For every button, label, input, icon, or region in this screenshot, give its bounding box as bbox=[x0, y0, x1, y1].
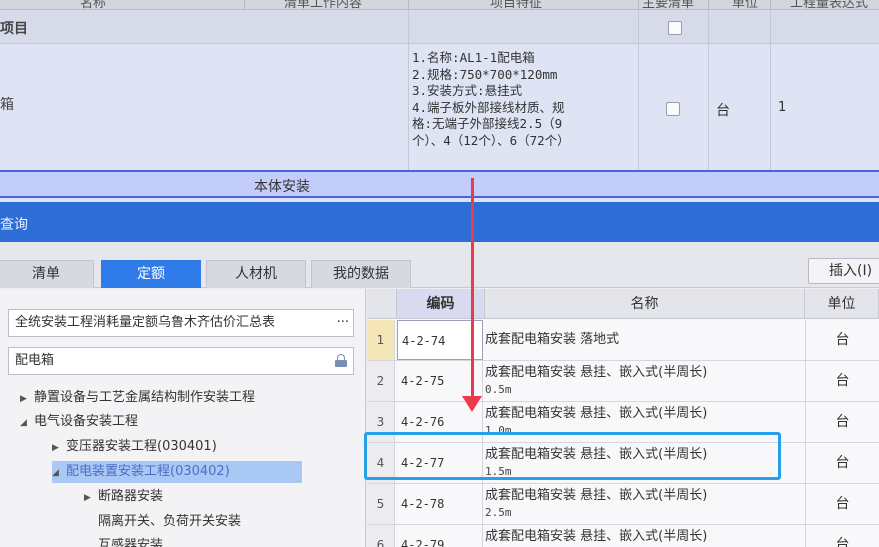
row-name-text: 成套配电箱安装 悬挂、嵌入式(半周长) bbox=[485, 406, 708, 421]
col-divider bbox=[708, 0, 709, 10]
main-list-checkbox[interactable] bbox=[666, 102, 680, 116]
feature-line: 2.规格:750*700*120mm bbox=[412, 66, 558, 82]
row-name: 成套配电箱安装 落地式 bbox=[485, 331, 805, 348]
row-unit: 台 bbox=[805, 320, 879, 360]
tree-item-label: 隔离开关、负荷开关安装 bbox=[98, 514, 242, 529]
group-row-label: 项目 bbox=[0, 21, 28, 37]
collapse-caret-icon[interactable]: ◢ bbox=[20, 412, 34, 434]
quota-library-value: 全统安装工程消耗量定额乌鲁木齐估价汇总表 bbox=[15, 315, 276, 330]
row-name-sub: 2.5m bbox=[485, 506, 512, 519]
row-name-text: 成套配电箱安装 悬挂、嵌入式(半周长) bbox=[485, 488, 708, 503]
table-header-index bbox=[367, 289, 397, 319]
feature-line: 1.名称:AL1-1配电箱 bbox=[412, 50, 535, 65]
top-grid: 名称 清单工作内容 项目特征 主要清单 单位 工程量表达式 项目 箱 1.名称:… bbox=[0, 0, 879, 202]
row-name-text: 成套配电箱安装 悬挂、嵌入式(半周长) bbox=[485, 365, 708, 380]
tree-item[interactable]: ◢ 电气设备安装工程 bbox=[20, 411, 138, 433]
search-input[interactable]: 配电箱 bbox=[8, 347, 354, 375]
row-name-text: 成套配电箱安装 落地式 bbox=[485, 332, 620, 347]
tab-my-data[interactable]: 我的数据 bbox=[311, 260, 411, 288]
row-unit: 台 bbox=[805, 361, 879, 401]
tab-quota[interactable]: 定额 bbox=[101, 260, 201, 288]
tree-item[interactable]: ▶ 变压器安装工程(030401) bbox=[52, 436, 217, 458]
table-row[interactable]: 2 4-2-75 成套配电箱安装 悬挂、嵌入式(半周长) 0.5m 台 bbox=[367, 361, 879, 402]
row-name-sub: 0.5m bbox=[485, 383, 512, 396]
table-row[interactable]: 5 4-2-78 成套配电箱安装 悬挂、嵌入式(半周长) 2.5m 台 bbox=[367, 484, 879, 525]
table-row[interactable]: 1 4-2-74 成套配电箱安装 落地式 台 bbox=[367, 320, 879, 361]
search-value: 配电箱 bbox=[15, 353, 55, 368]
col-divider bbox=[638, 0, 639, 10]
highlight-box bbox=[364, 432, 781, 480]
left-tree-panel: 全统安装工程消耗量定额乌鲁木齐估价汇总表 ··· 配电箱 ▶ 静置设备与工艺金属结… bbox=[0, 289, 366, 547]
col-divider bbox=[708, 10, 709, 170]
feature-line: 4.端子板外部接线材质、规 bbox=[412, 99, 565, 115]
more-icon[interactable]: ··· bbox=[332, 310, 349, 336]
selected-row-label: 本体安装 bbox=[254, 179, 310, 195]
table-row[interactable]: 6 4-2-79 成套配电箱安装 悬挂、嵌入式(半周长) 台 bbox=[367, 525, 879, 547]
tree-item[interactable]: ▶ 静置设备与工艺金属结构制作安装工程 bbox=[20, 387, 255, 409]
grid-row-group[interactable]: 项目 bbox=[0, 10, 879, 44]
tab-bar: 清单 定额 人材机 我的数据 bbox=[0, 242, 879, 288]
col-divider bbox=[408, 10, 409, 170]
quantity-cell: 1 bbox=[778, 100, 787, 115]
row-name: 成套配电箱安装 悬挂、嵌入式(半周长) 0.5m bbox=[485, 364, 805, 398]
row-unit: 台 bbox=[805, 402, 879, 442]
grid-row-main[interactable]: 箱 1.名称:AL1-1配电箱 2.规格:750*700*120mm 3.安装方… bbox=[0, 44, 879, 170]
row-index: 5 bbox=[367, 484, 395, 524]
expand-caret-icon[interactable]: ▶ bbox=[52, 437, 66, 459]
feature-line: 格:无端子外部接线2.5（9 bbox=[412, 116, 563, 131]
main-list-checkbox[interactable] bbox=[668, 21, 682, 35]
tree-item-label: 配电装置安装工程(030402) bbox=[66, 464, 230, 479]
unit-cell: 台 bbox=[716, 103, 730, 119]
tree-item[interactable]: 互感器安装 bbox=[98, 535, 163, 547]
col-divider bbox=[244, 0, 245, 10]
row-index: 2 bbox=[367, 361, 395, 401]
tree-item-label: 互感器安装 bbox=[98, 538, 164, 547]
expand-caret-icon[interactable]: ▶ bbox=[84, 487, 98, 509]
top-grid-header: 名称 清单工作内容 项目特征 主要清单 单位 工程量表达式 bbox=[0, 0, 879, 11]
row-code[interactable]: 4-2-79 bbox=[397, 525, 483, 547]
row-name-text: 成套配电箱安装 悬挂、嵌入式(半周长) bbox=[485, 529, 708, 544]
feature-line: 个）、4（12个）、6（72个） bbox=[412, 132, 570, 148]
table-header-unit[interactable]: 单位 bbox=[805, 289, 879, 319]
tree-item-selected[interactable]: ◢ 配电装置安装工程(030402) bbox=[52, 461, 302, 483]
col-divider bbox=[638, 10, 639, 170]
tab-list[interactable]: 清单 bbox=[0, 260, 94, 288]
row-index: 1 bbox=[367, 320, 395, 360]
tree-item-label: 静置设备与工艺金属结构制作安装工程 bbox=[34, 390, 256, 405]
row-unit: 台 bbox=[805, 484, 879, 524]
tree-item-label: 断路器安装 bbox=[98, 489, 164, 504]
tree-item-label: 电气设备安装工程 bbox=[34, 414, 139, 429]
query-panel-title-bar: 查询 bbox=[0, 202, 879, 242]
quota-table: 编码 名称 单位 1 4-2-74 成套配电箱安装 落地式 台 2 4-2-75… bbox=[367, 289, 879, 547]
feature-line: 3.安装方式:悬挂式 bbox=[412, 83, 523, 98]
annotation-arrow-line bbox=[471, 178, 474, 400]
col-divider bbox=[770, 10, 771, 170]
tree-item[interactable]: ▶ 断路器安装 bbox=[84, 486, 163, 508]
row-name-cell: 箱 bbox=[0, 97, 14, 113]
grid-row-selected[interactable]: 本体安装 bbox=[0, 170, 879, 198]
feature-cell[interactable]: 1.名称:AL1-1配电箱 2.规格:750*700*120mm 3.安装方式:… bbox=[412, 50, 634, 149]
collapse-caret-icon[interactable]: ◢ bbox=[52, 462, 66, 484]
col-divider bbox=[770, 0, 771, 10]
query-panel-title: 查询 bbox=[0, 217, 28, 233]
row-unit: 台 bbox=[805, 525, 879, 547]
tree-item-label: 变压器安装工程(030401) bbox=[66, 439, 217, 454]
insert-button[interactable]: 插入(I) bbox=[808, 258, 879, 284]
lock-icon[interactable] bbox=[335, 354, 347, 367]
row-code[interactable]: 4-2-78 bbox=[397, 484, 483, 524]
row-unit: 台 bbox=[805, 443, 879, 483]
row-index: 6 bbox=[367, 525, 395, 547]
row-name: 成套配电箱安装 悬挂、嵌入式(半周长) 2.5m bbox=[485, 487, 805, 521]
quota-library-select[interactable]: 全统安装工程消耗量定额乌鲁木齐估价汇总表 ··· bbox=[8, 309, 354, 337]
col-divider bbox=[408, 0, 409, 10]
tree-item[interactable]: 隔离开关、负荷开关安装 bbox=[98, 511, 241, 533]
tab-labor-material[interactable]: 人材机 bbox=[206, 260, 306, 288]
annotation-arrow-head-icon bbox=[462, 396, 482, 412]
row-name: 成套配电箱安装 悬挂、嵌入式(半周长) bbox=[485, 528, 805, 545]
expand-caret-icon[interactable]: ▶ bbox=[20, 388, 34, 410]
table-header-name[interactable]: 名称 bbox=[485, 289, 805, 319]
